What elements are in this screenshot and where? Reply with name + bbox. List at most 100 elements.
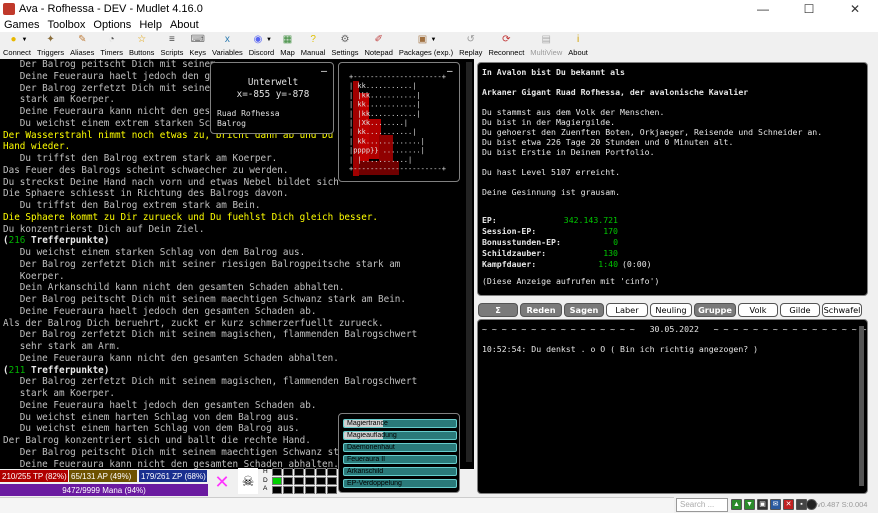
toolbar-label: Discord (248, 48, 275, 57)
chat-panel[interactable]: ~ ~ ~ ~ ~ ~ ~ ~ ~ ~ ~ ~ ~ ~ ~ ~ 30.05.20… (477, 319, 868, 494)
chat-tab-all[interactable]: Σ (478, 303, 518, 317)
replay-icon: ↺ (466, 34, 475, 45)
toolbar-label: Buttons (129, 48, 155, 57)
maximize-button[interactable]: ☐ (786, 0, 832, 18)
toolbar-label: Map (280, 48, 295, 57)
window-title: Ava - Rofhessa - DEV - Mudlet 4.16.0 (19, 3, 203, 15)
chat-tab-gruppe[interactable]: Gruppe (694, 303, 736, 317)
tp-bar: 210/255 TP (82%) (0, 470, 68, 482)
scroll-down-icon[interactable]: ▼ (744, 499, 755, 510)
toolbar-connect-button[interactable]: ● ▼ Connect (0, 32, 34, 59)
notepad-icon: ✐ (374, 34, 383, 45)
toolbar-multiview-button[interactable]: ▤ MultiView (527, 32, 565, 59)
toolbar-label: MultiView (530, 48, 563, 57)
chat-tab-schwafel[interactable]: Schwafel (822, 303, 862, 317)
room-info-close-icon[interactable]: – (321, 67, 327, 77)
toolbar-keys-button[interactable]: ⌨ Keys (186, 32, 209, 59)
map-row: +---------------------+ (349, 165, 446, 173)
hda-cell (305, 477, 315, 485)
info-line: Du bist Erstie in Deinem Portfolio. (482, 147, 655, 157)
dropdown-arrow-icon[interactable]: ▼ (266, 37, 272, 43)
map-icon: ▦ (282, 34, 293, 45)
dropdown-arrow-icon[interactable]: ▼ (21, 37, 27, 43)
chat-date-separator: ~ ~ ~ ~ ~ ~ ~ ~ ~ ~ ~ ~ ~ ~ ~ ~ 30.05.20… (482, 324, 867, 334)
info-line: Du gehoerst den Zuenften Boten, Orkjaege… (482, 127, 823, 137)
stat-extra: (0:00) (622, 259, 652, 269)
toolbar-label: Notepad (364, 48, 393, 57)
toolbar-replay-button[interactable]: ↺ Replay (456, 32, 485, 59)
hda-cell (305, 468, 315, 476)
map-close-icon[interactable]: – (447, 67, 453, 77)
chat-tab-neuling[interactable]: Neuling (650, 303, 692, 317)
menu-games[interactable]: Games (0, 19, 43, 31)
dropdown-arrow-icon[interactable]: ▼ (431, 37, 437, 43)
chat-tab-laber[interactable]: Laber (606, 303, 648, 317)
info-line (482, 177, 867, 187)
toolbar-timers-button[interactable]: ◔ Timers (97, 32, 126, 59)
toolbar-label: Reconnect (488, 48, 525, 57)
map-row: | kk...........| (349, 82, 416, 90)
menu-toolbox[interactable]: Toolbox (43, 19, 89, 31)
toolbar-scripts-button[interactable]: ≡ Scripts (157, 32, 186, 59)
toolbar-reconnect-button[interactable]: ⟳ Reconnect (485, 32, 527, 59)
toolbar-manual-button[interactable]: ? Manual (298, 32, 329, 59)
console-line: Die Sphaere schiesst in Richtung des Bal… (3, 188, 289, 200)
settings-icon: ⚙ (340, 34, 350, 45)
log-icon[interactable]: ✉ (770, 499, 781, 510)
console-line: Als der Balrog Dich beruehrt, zuckt er k… (3, 317, 384, 329)
stat-row: Bonusstunden-EP: 0 (482, 237, 622, 247)
map-row: | |Xk........| (349, 119, 408, 127)
toolbar-label: Aliases (70, 48, 95, 57)
chat-tab-volk[interactable]: Volk (738, 303, 778, 317)
menu-options[interactable]: Options (89, 19, 135, 31)
chat-tab-gilde[interactable]: Gilde (780, 303, 820, 317)
stat-key: Schildzauber: (482, 248, 547, 258)
info-line: In Avalon bist Du bekannt als (482, 67, 625, 77)
menu-about[interactable]: About (166, 19, 203, 31)
info-line: Du stammst aus dem Volk der Menschen. (482, 107, 665, 117)
map-window[interactable]: – +---------------------+ | kk...........… (338, 62, 460, 182)
toolbar-triggers-button[interactable]: ✦ Triggers (34, 32, 67, 59)
character-info-panel: In Avalon bist Du bekannt als Arkaner Gig… (477, 62, 868, 296)
toolbar-label: Triggers (36, 48, 65, 57)
toolbar-variables-button[interactable]: x Variables (209, 32, 246, 59)
map-row: +---------------------+ (349, 73, 446, 81)
package-icon: ▣ (417, 34, 428, 45)
toolbar-discord-button[interactable]: ◉ ▼ Discord (246, 32, 277, 59)
toolbar-aliases-button[interactable]: ✎ Aliases (67, 32, 97, 59)
search-input[interactable]: Search ... (676, 498, 728, 512)
mana-bar: 9472/9999 Mana (94%) (0, 484, 208, 496)
minimize-button[interactable]: — (740, 0, 786, 18)
chat-scrollbar[interactable] (859, 326, 864, 486)
timestamp-icon[interactable]: ▣ (757, 499, 768, 510)
hda-grid (272, 468, 337, 494)
info-line (482, 97, 867, 107)
main-scrollbar[interactable] (466, 62, 472, 462)
toolbar-buttons-button[interactable]: ☆ Buttons (126, 32, 157, 59)
map-row: | |kk...........| (349, 110, 421, 118)
room-player: Ruad Rofhessa (217, 109, 280, 118)
hda-cell (294, 477, 304, 485)
command-input[interactable] (0, 497, 674, 513)
trigger-icon: ✦ (46, 34, 55, 45)
hda-cell (316, 468, 326, 476)
mudlet-icon (3, 3, 15, 15)
menu-help[interactable]: Help (135, 19, 166, 31)
hda-cell (283, 486, 293, 494)
chat-tab-reden[interactable]: Reden (520, 303, 562, 317)
toolbar-settings-button[interactable]: ⚙ Settings (328, 32, 361, 59)
toolbar-packages-exp-button[interactable]: ▣ ▼ Packages (exp.) (396, 32, 456, 59)
info-line: Du bist etwa 226 Tage 20 Stunden und 0 M… (482, 137, 734, 147)
close-window-button[interactable]: ✕ (832, 0, 878, 18)
chat-tab-sagen[interactable]: Sagen (564, 303, 604, 317)
scroll-up-icon[interactable]: ▲ (731, 499, 742, 510)
avatar[interactable] (806, 499, 817, 510)
toolbar-notepad-button[interactable]: ✐ Notepad (362, 32, 396, 59)
toolbar-map-button[interactable]: ▦ Map (277, 32, 298, 59)
discord-icon: ◉ (253, 34, 263, 45)
emergency-stop-icon[interactable]: ✕ (783, 499, 794, 510)
toolbar-about-button[interactable]: i About (565, 32, 591, 59)
map-row: | |kk...........| (349, 91, 421, 99)
hda-label-h: H (263, 468, 268, 475)
stat-value: 0 (613, 237, 618, 247)
